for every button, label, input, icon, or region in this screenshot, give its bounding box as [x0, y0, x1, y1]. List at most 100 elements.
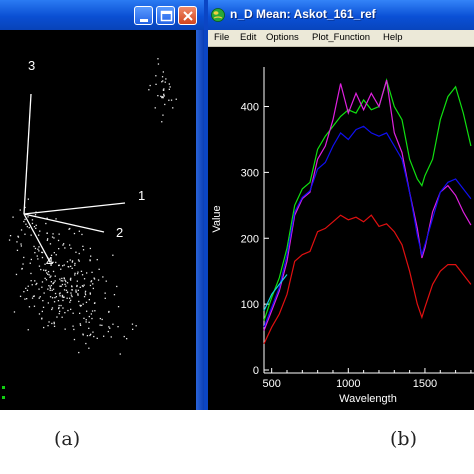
scatter-point: [92, 331, 94, 333]
scatter-point: [39, 230, 41, 232]
scatter-point: [43, 326, 45, 329]
scatter-point: [60, 304, 62, 307]
scatter-point: [62, 265, 64, 267]
scatter-point: [47, 271, 50, 273]
scatter-point: [82, 249, 85, 251]
scatter-point: [31, 297, 34, 299]
scatter-point: [84, 294, 87, 296]
scatter-point: [61, 295, 64, 297]
menu-options[interactable]: Options: [266, 32, 299, 43]
scatter-point: [30, 280, 32, 282]
ndvis-titlebar[interactable]: [0, 0, 204, 30]
scatter-point: [54, 280, 56, 282]
scatter-point: [23, 256, 25, 259]
axis-label-3: 3: [28, 58, 35, 73]
scatter-point: [41, 281, 44, 283]
scatter-point: [157, 63, 160, 65]
scatter-point: [49, 289, 51, 291]
scatter-point: [96, 259, 98, 261]
scatter-point: [72, 312, 74, 314]
scatter-point: [55, 261, 57, 264]
scatter-point: [74, 262, 76, 265]
scatter-point: [89, 247, 91, 250]
scatter-point: [70, 308, 72, 310]
maximize-button[interactable]: [156, 6, 175, 25]
scatter-point: [63, 243, 65, 245]
scatter-point: [78, 300, 80, 303]
y-tick-label: 0: [253, 365, 259, 377]
scatter-point: [38, 297, 40, 299]
x-tick-label: 1000: [336, 378, 360, 390]
scatter-point: [77, 271, 79, 273]
status-marker: [2, 386, 5, 389]
scatter-canvas[interactable]: 3 1 2 4: [0, 30, 196, 410]
scatter-point: [48, 274, 50, 276]
scatter-point: [81, 233, 83, 236]
scatter-point: [104, 297, 106, 299]
scatter-point: [47, 325, 49, 327]
scatter-point: [49, 286, 51, 288]
menu-file[interactable]: File: [214, 32, 229, 43]
scatter-point: [77, 294, 79, 296]
scatter-point: [38, 246, 40, 248]
scatter-point: [64, 328, 66, 330]
scatter-point: [49, 296, 52, 298]
scatter-point: [161, 121, 163, 123]
menu-edit[interactable]: Edit: [240, 32, 256, 43]
scatter-point: [72, 325, 74, 327]
scatter-point: [24, 218, 26, 221]
menu-help[interactable]: Help: [383, 32, 403, 43]
status-marker: [2, 396, 5, 399]
scatter-point: [20, 229, 23, 231]
idl-globe-icon: [211, 8, 225, 22]
scatter-point: [31, 284, 33, 286]
scatter-point: [37, 258, 39, 260]
scatter-point: [35, 224, 37, 226]
scatter-point: [33, 295, 35, 297]
x-axis-label: Wavelength: [339, 393, 397, 405]
scatter-point: [65, 289, 68, 291]
scatter-point: [112, 254, 114, 256]
scatter-point: [126, 338, 128, 340]
spectral-plot[interactable]: 0100200300400500100015001 Value Waveleng…: [208, 47, 474, 410]
scatter-point: [84, 292, 86, 294]
scatter-point: [155, 75, 157, 77]
y-tick-label: 100: [241, 299, 259, 311]
scatter-point: [69, 301, 71, 303]
menu-plot-function[interactable]: Plot_Function: [312, 32, 370, 43]
minimize-button[interactable]: [134, 6, 153, 25]
scatter-point: [50, 284, 52, 287]
scatter-point: [34, 252, 36, 254]
scatter-point: [105, 280, 107, 282]
scatter-point: [83, 284, 85, 286]
scatter-point: [104, 292, 106, 294]
close-button[interactable]: [178, 6, 197, 25]
nd-mean-titlebar[interactable]: n_D Mean: Askot_161_ref: [204, 0, 474, 30]
scatter-point: [58, 264, 60, 266]
scatter-point: [168, 88, 170, 90]
scatter-point: [34, 247, 37, 250]
scatter-point: [43, 292, 45, 294]
scatter-point: [63, 289, 66, 291]
scatter-point: [79, 286, 81, 288]
scatter-point: [27, 216, 29, 218]
scatter-point: [82, 245, 84, 247]
scatter-point: [157, 95, 159, 97]
scatter-point: [74, 264, 76, 266]
scatter-point: [93, 335, 95, 338]
scatter-point: [99, 317, 101, 320]
scatter-point: [94, 310, 96, 312]
scatter-point: [76, 285, 78, 288]
scatter-point: [75, 251, 77, 253]
scatter-point: [79, 312, 81, 314]
scatter-point: [46, 272, 48, 274]
scatter-point: [59, 278, 61, 280]
scatter-point: [62, 307, 64, 309]
scatter-point: [54, 292, 57, 295]
scatter-point: [69, 259, 71, 261]
scatter-point: [82, 303, 84, 305]
scatter-point: [57, 239, 60, 242]
scatter-point: [73, 232, 76, 235]
scatter-point: [78, 351, 80, 354]
caption-b: (b): [390, 428, 417, 450]
